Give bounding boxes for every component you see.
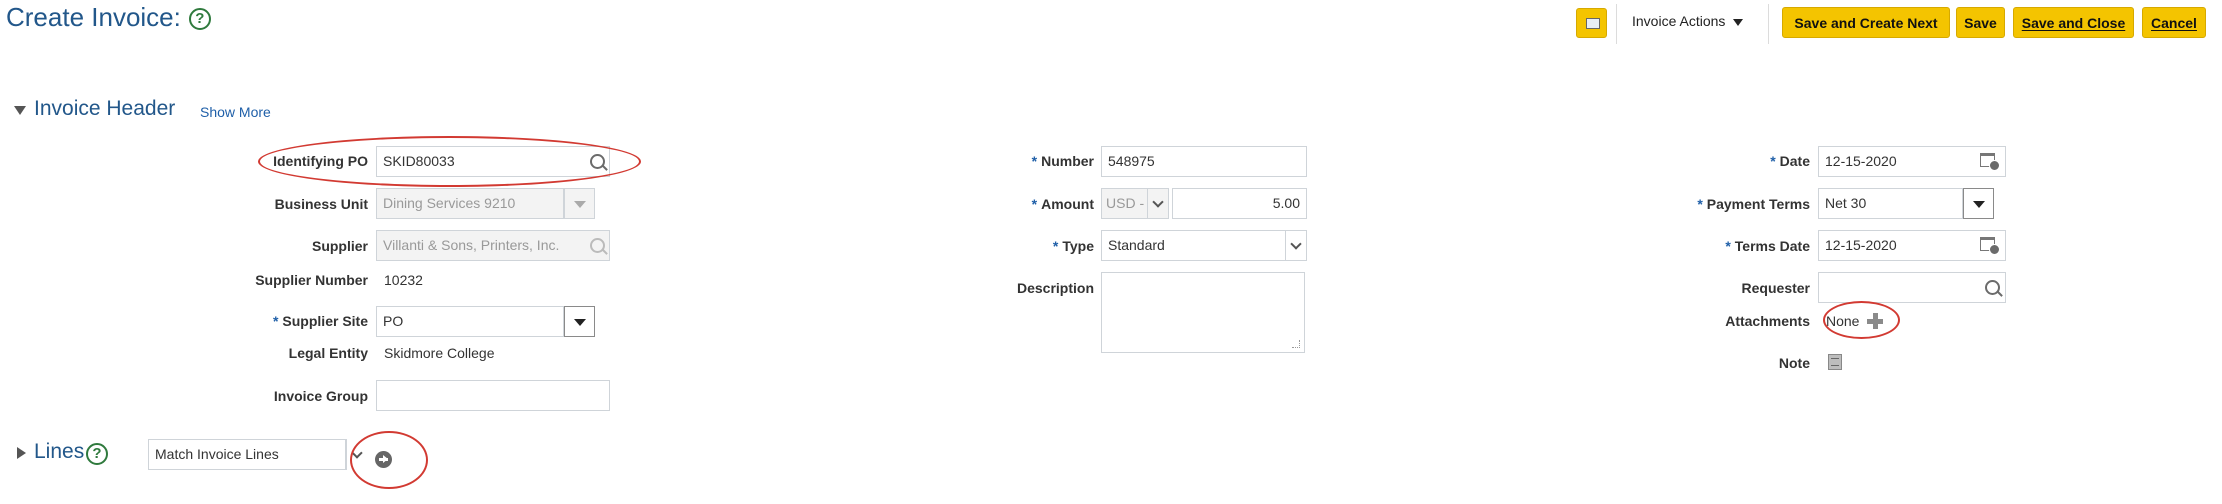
date-label: * Date [1770,153,1810,169]
requester-label: Requester [1741,280,1810,296]
description-textarea[interactable] [1101,272,1305,353]
cancel-button[interactable]: Cancel [2142,7,2206,38]
save-and-close-button[interactable]: Save and Close [2013,7,2134,38]
type-label: * Type [1053,238,1094,254]
invoice-header-title: Invoice Header [34,97,176,120]
page-title: Create Invoice:? [6,2,211,33]
search-icon[interactable] [1985,280,2000,295]
required-asterisk: * [1052,238,1059,254]
invoice-group-input[interactable] [376,380,610,411]
description-label: Description [1016,280,1094,296]
supplier-number-label: Supplier Number [255,272,368,288]
calendar-icon[interactable] [1980,237,2000,255]
lines-title: Lines [34,440,85,463]
supplier-site-label-text: Supplier Site [282,313,368,329]
amount-input[interactable]: 5.00 [1172,188,1307,219]
invoice-actions-menu[interactable]: Invoice Actions [1632,13,1744,29]
chevron-down-icon [1285,230,1307,261]
help-icon[interactable]: ? [86,443,108,465]
number-input[interactable]: 548975 [1101,146,1307,177]
date-input[interactable]: 12-15-2020 [1818,146,2006,177]
legal-entity-value: Skidmore College [384,345,495,361]
business-unit-label: Business Unit [274,196,368,212]
caret-down-icon [1733,18,1744,26]
toolbar-divider [1616,4,1617,44]
date-label-text: Date [1779,153,1810,169]
note-icon[interactable] [1828,354,1842,370]
type-value: Standard [1108,237,1165,253]
chevron-down-icon [1147,188,1169,219]
save-button[interactable]: Save [1956,7,2005,38]
required-asterisk: * [272,313,279,329]
collapse-triangle-icon[interactable] [14,106,26,115]
type-select[interactable]: Standard [1101,230,1307,261]
required-asterisk: * [1725,238,1731,254]
supplier-site-dropdown[interactable] [564,306,595,337]
annotation-oval [1823,301,1900,339]
help-icon[interactable]: ? [188,8,211,31]
number-label-text: Number [1041,153,1094,169]
resize-grip-icon[interactable] [1292,340,1300,348]
number-label: * Number [1032,153,1094,169]
terms-date-label: * Terms Date [1725,238,1810,254]
annotation-oval [258,136,641,187]
window-icon [1586,18,1600,29]
payment-terms-label-text: Payment Terms [1706,196,1810,212]
supplier-site-label: * Supplier Site [273,313,368,329]
match-lines-select[interactable]: Match Invoice Lines [148,439,346,470]
supplier-number-value: 10232 [384,272,423,288]
currency-value: USD - [1106,195,1145,211]
supplier-label: Supplier [311,238,368,254]
save-and-create-next-button[interactable]: Save and Create Next [1782,7,1950,38]
toolbar-divider [1768,4,1769,44]
expand-triangle-icon[interactable] [17,447,26,459]
business-unit-input: Dining Services 9210 [376,188,564,219]
required-asterisk: * [1770,153,1776,169]
terms-date-label-text: Terms Date [1734,238,1810,254]
payment-terms-dropdown[interactable] [1963,188,1994,219]
required-asterisk: * [1697,196,1703,212]
business-unit-dropdown [564,188,595,219]
type-label-text: Type [1062,238,1094,254]
amount-label: * Amount [1032,196,1094,212]
calendar-icon[interactable] [1980,153,2000,171]
page-title-text: Create Invoice: [6,2,181,32]
search-icon [590,238,605,253]
annotation-oval [350,431,428,489]
invoice-actions-label: Invoice Actions [1632,13,1726,29]
requester-input[interactable] [1818,272,2006,303]
supplier-input: Villanti & Sons, Printers, Inc. [376,230,610,261]
required-asterisk: * [1031,153,1038,169]
match-lines-value: Match Invoice Lines [155,446,279,462]
legal-entity-label: Legal Entity [288,345,368,361]
payment-terms-input[interactable]: Net 30 [1818,188,1963,219]
supplier-site-input[interactable]: PO [376,306,564,337]
amount-label-text: Amount [1041,196,1094,212]
invoice-group-label: Invoice Group [273,388,368,404]
show-more-link[interactable]: Show More [200,104,271,120]
view-toggle-button[interactable] [1576,8,1607,38]
required-asterisk: * [1031,196,1038,212]
payment-terms-label: * Payment Terms [1697,196,1810,212]
note-label: Note [1778,355,1810,371]
attachments-label: Attachments [1725,313,1810,329]
terms-date-input[interactable]: 12-15-2020 [1818,230,2006,261]
